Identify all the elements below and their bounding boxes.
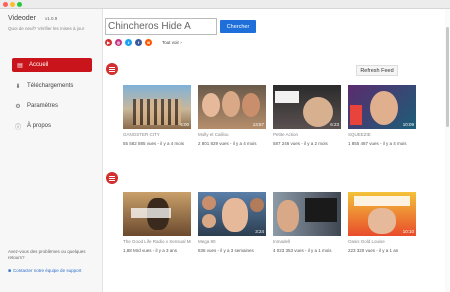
search-button[interactable]: Chercher (220, 20, 256, 33)
refresh-feed-button[interactable]: Refresh Feed (356, 65, 398, 76)
sidebar-item-label: Téléchargements (27, 83, 74, 89)
maximize-window-button[interactable] (17, 2, 22, 7)
section-icon (106, 172, 118, 184)
chat-icon: ■ (8, 268, 12, 274)
twitter-source-icon[interactable]: t (125, 39, 132, 46)
sidebar-item-about[interactable]: ⓘ À propos (12, 119, 92, 133)
video-meta: 2 801 829 vues - il y a 4 mois (198, 141, 257, 146)
video-card[interactable]: 10:10 Oasis Gold Louise 223 320 vues - i… (348, 192, 416, 253)
video-duration: 4:00 (180, 122, 189, 127)
video-meta: 4 023 353 vues - il y a 1 mois (273, 248, 332, 253)
video-channel: Inmadell (273, 239, 291, 244)
home-icon: ▤ (17, 62, 23, 69)
video-card[interactable]: 3:24 Mega 80 836 vues - il y a 3 semaine… (198, 192, 266, 253)
video-card[interactable]: 10:09 SQUEEZIE 1 855 487 vues - il y a 4… (348, 85, 416, 146)
minimize-window-button[interactable] (10, 2, 15, 7)
video-meta: 1 855 487 vues - il y a 4 mois (348, 141, 407, 146)
sidebar-item-label: À propos (27, 123, 52, 129)
video-thumbnail[interactable]: 6:23 (273, 85, 341, 129)
app-version: v1.0.9 (45, 16, 58, 21)
video-thumbnail[interactable]: 13:57 (198, 85, 266, 129)
video-channel: The Good Life Radio x Sensual Musiq (123, 239, 191, 244)
sidebar-item-settings[interactable]: ⚙ Paramètres (12, 99, 92, 113)
video-thumbnail[interactable]: 4:00 (123, 85, 191, 129)
video-card[interactable]: Inmadell 4 023 353 vues - il y a 1 mois (273, 192, 341, 253)
video-card[interactable]: The Good Life Radio x Sensual Musiq 1,88… (123, 192, 191, 253)
video-thumbnail[interactable]: 3:24 (198, 192, 266, 236)
video-channel: Oasis Gold Louise (348, 239, 385, 244)
video-duration: 10:10 (402, 229, 414, 234)
sidebar: Videoder v1.0.9 Quoi de neuf? Vérifier l… (0, 9, 103, 292)
contact-label: Contacter notre équipe de support (13, 268, 82, 273)
main-content: Chincheros Hide A Chercher ▶ ◎ t f ≋ Tou… (103, 9, 450, 292)
video-card[interactable]: 4:00 GANGSTER CITY 55 582 885 vues - il … (123, 85, 191, 146)
video-meta: 836 vues - il y a 3 semaines (198, 248, 254, 253)
update-link[interactable]: Quoi de neuf? Vérifier les mises à jour (8, 26, 88, 32)
help-text: Avez-vous des problèmes ou quelques reto… (8, 249, 86, 260)
sidebar-item-downloads[interactable]: ⬇ Téléchargements (12, 79, 92, 93)
download-icon: ⬇ (15, 83, 21, 90)
video-thumbnail[interactable] (123, 192, 191, 236)
video-duration: 10:09 (402, 122, 414, 127)
youtube-source-icon[interactable]: ▶ (105, 39, 112, 46)
video-thumbnail[interactable]: 10:10 (348, 192, 416, 236)
search-input[interactable]: Chincheros Hide A (105, 18, 217, 35)
info-icon: ⓘ (14, 124, 21, 131)
video-meta: 587 246 vues - il y a 2 mois (273, 141, 328, 146)
facebook-source-icon[interactable]: f (135, 39, 142, 46)
video-thumbnail[interactable] (273, 192, 341, 236)
video-channel: Mega 80 (198, 239, 216, 244)
sidebar-item-home[interactable]: ▤ Accueil (12, 58, 92, 72)
close-window-button[interactable] (3, 2, 8, 7)
window-titlebar (0, 0, 450, 9)
sidebar-item-label: Paramètres (27, 103, 59, 109)
scrollbar[interactable] (445, 9, 449, 292)
gear-icon: ⚙ (15, 103, 21, 110)
scrollbar-thumb[interactable] (445, 27, 449, 127)
video-meta: 1,88 Mrd vues - il y a 3 ans (123, 248, 178, 253)
video-duration: 6:23 (330, 122, 339, 127)
see-all-sources-link[interactable]: Tout voir › (162, 40, 182, 45)
video-thumbnail[interactable]: 10:09 (348, 85, 416, 129)
youtube-section-icon (106, 63, 118, 75)
video-duration: 13:57 (252, 122, 264, 127)
video-meta: 55 582 885 vues - il y a 4 mois (123, 141, 185, 146)
video-channel: Molly et Caillou (198, 132, 229, 137)
contact-support-link[interactable]: ■ Contacter notre équipe de support (8, 268, 98, 274)
video-card[interactable]: 6:23 Petite Action 587 246 vues - il y a… (273, 85, 341, 146)
video-duration: 3:24 (255, 229, 264, 234)
sidebar-item-label: Accueil (29, 62, 49, 68)
soundcloud-source-icon[interactable]: ≋ (145, 39, 152, 46)
instagram-source-icon[interactable]: ◎ (115, 39, 122, 46)
app-brand: Videoder (8, 15, 36, 22)
video-card[interactable]: 13:57 Molly et Caillou 2 801 829 vues - … (198, 85, 266, 146)
video-meta: 223 320 vues - il y a 1 an (348, 248, 399, 253)
video-channel: SQUEEZIE (348, 132, 371, 137)
video-channel: GANGSTER CITY (123, 132, 160, 137)
video-channel: Petite Action (273, 132, 299, 137)
